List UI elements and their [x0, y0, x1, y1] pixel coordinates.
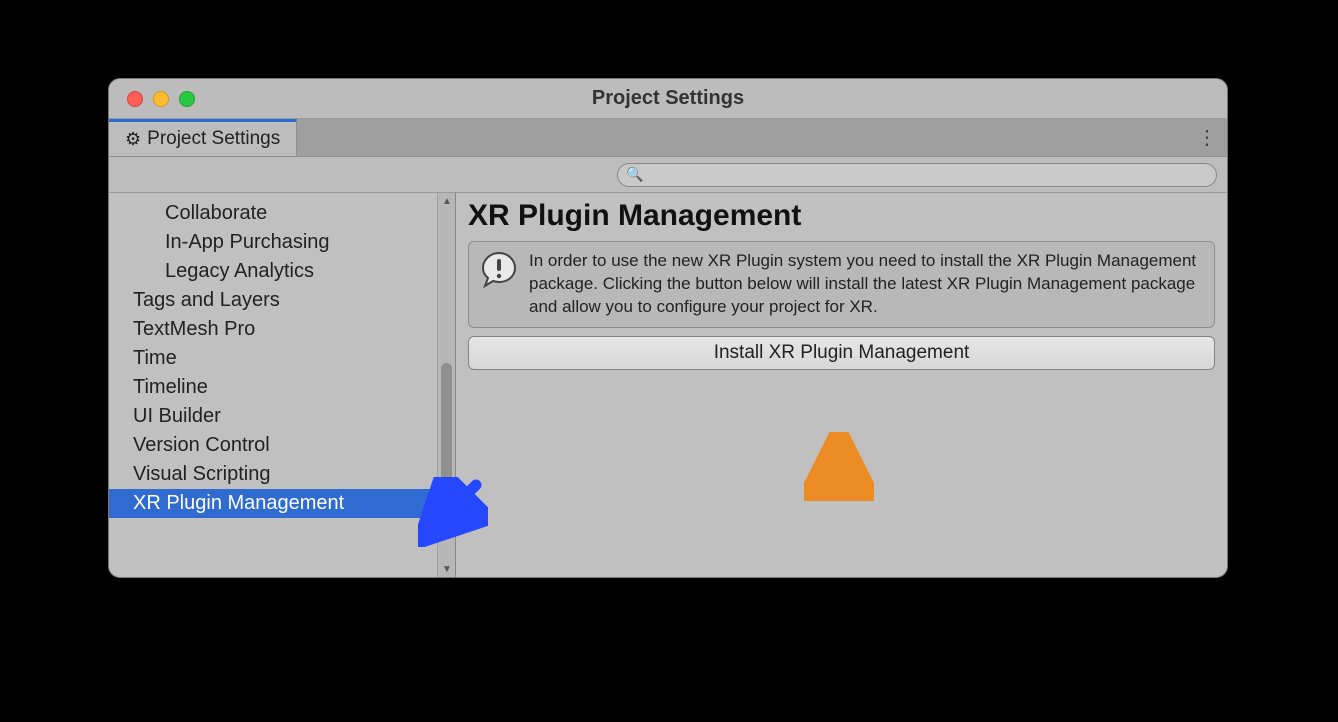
sidebar-item-collaborate[interactable]: Collaborate: [109, 199, 455, 228]
panel-heading: XR Plugin Management: [468, 199, 1215, 233]
sidebar-item-timeline[interactable]: Timeline: [109, 373, 455, 402]
window-title: Project Settings: [109, 87, 1227, 110]
settings-main-panel: XR Plugin Management In order to use the…: [456, 193, 1227, 577]
scrollbar-thumb[interactable]: [441, 363, 452, 513]
sidebar-item-textmesh-pro[interactable]: TextMesh Pro: [109, 315, 455, 344]
search-input[interactable]: [647, 167, 1208, 183]
window-titlebar: Project Settings: [109, 79, 1227, 119]
close-window-button[interactable]: [127, 91, 143, 107]
project-settings-window: Project Settings ⚙ Project Settings ⋮ 🔍 …: [108, 78, 1228, 578]
minimize-window-button[interactable]: [153, 91, 169, 107]
info-icon: [479, 250, 519, 295]
window-controls: [109, 91, 195, 107]
tab-label: Project Settings: [147, 128, 280, 150]
sidebar-scrollbar[interactable]: ▲ ▼: [437, 193, 455, 577]
tab-bar: ⚙ Project Settings ⋮: [109, 119, 1227, 157]
info-box: In order to use the new XR Plugin system…: [468, 241, 1215, 328]
kebab-icon: ⋮: [1197, 125, 1217, 150]
sidebar-item-tags-and-layers[interactable]: Tags and Layers: [109, 286, 455, 315]
search-icon: 🔍: [626, 166, 643, 183]
search-box[interactable]: 🔍: [617, 163, 1217, 187]
settings-sidebar: Collaborate In-App Purchasing Legacy Ana…: [109, 193, 456, 577]
tab-options-button[interactable]: ⋮: [1187, 119, 1227, 156]
sidebar-item-xr-plugin-management[interactable]: XR Plugin Management: [109, 489, 455, 518]
sidebar-item-time[interactable]: Time: [109, 344, 455, 373]
scroll-down-icon[interactable]: ▼: [441, 563, 453, 575]
sidebar-list: Collaborate In-App Purchasing Legacy Ana…: [109, 193, 455, 518]
sidebar-item-ui-builder[interactable]: UI Builder: [109, 402, 455, 431]
search-row: 🔍: [109, 157, 1227, 193]
sidebar-item-in-app-purchasing[interactable]: In-App Purchasing: [109, 228, 455, 257]
tab-project-settings[interactable]: ⚙ Project Settings: [109, 119, 297, 156]
settings-body: Collaborate In-App Purchasing Legacy Ana…: [109, 193, 1227, 577]
install-xr-plugin-button[interactable]: Install XR Plugin Management: [468, 336, 1215, 370]
info-text: In order to use the new XR Plugin system…: [529, 250, 1204, 319]
scroll-up-icon[interactable]: ▲: [441, 195, 453, 207]
sidebar-item-version-control[interactable]: Version Control: [109, 431, 455, 460]
maximize-window-button[interactable]: [179, 91, 195, 107]
gear-icon: ⚙: [125, 129, 141, 150]
sidebar-item-visual-scripting[interactable]: Visual Scripting: [109, 460, 455, 489]
sidebar-item-legacy-analytics[interactable]: Legacy Analytics: [109, 257, 455, 286]
